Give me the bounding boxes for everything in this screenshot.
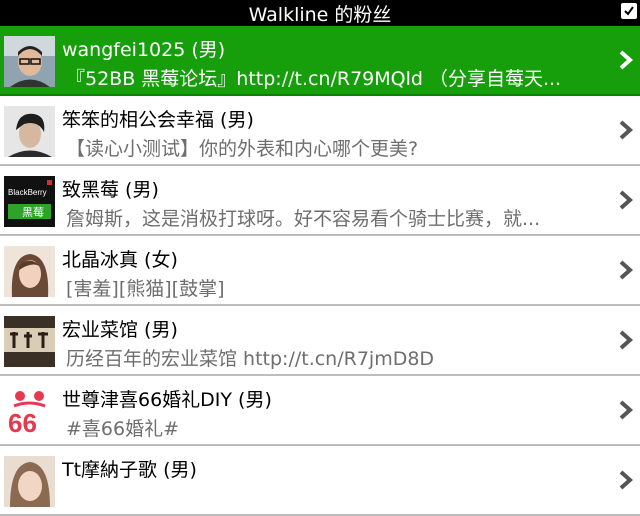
wedding-66-text: 66 [8, 408, 37, 437]
checkbox-icon[interactable] [621, 3, 637, 19]
follower-row[interactable]: Tt摩納子歌 (男) [0, 446, 640, 516]
follower-status: 【读心小测试】你的外表和内心哪个更美? [66, 138, 419, 160]
blackberry-logo-cn-text: 黑莓 [22, 206, 44, 219]
follower-list: wangfei1025 (男) 『52BB 黑莓论坛』http://t.cn/R… [0, 26, 640, 516]
follower-row[interactable]: wangfei1025 (男) 『52BB 黑莓论坛』http://t.cn/R… [0, 26, 640, 96]
avatar: BlackBerry 黑莓 [4, 176, 55, 227]
title-bar: Walkline 的粉丝 [0, 0, 640, 26]
avatar [4, 106, 55, 157]
follower-name: wangfei1025 (男) [62, 39, 226, 61]
avatar [4, 456, 55, 507]
chevron-right-icon [619, 120, 634, 140]
blackberry-logo-text: BlackBerry [8, 188, 47, 197]
follower-row[interactable]: BlackBerry 黑莓 致黑莓 (男) 詹姆斯，这是消极打球呀。好不容易看个… [0, 166, 640, 236]
follower-name: 致黑莓 (男) [62, 179, 159, 201]
follower-status: 詹姆斯，这是消极打球呀。好不容易看个骑士比赛，就... [66, 208, 541, 230]
follower-name: 宏业菜馆 (男) [62, 319, 178, 341]
chevron-right-icon [619, 400, 634, 420]
page-title: Walkline 的粉丝 [248, 3, 392, 26]
chevron-right-icon [619, 330, 634, 350]
avatar [4, 316, 55, 367]
follower-row[interactable]: 笨笨的相公会幸福 (男) 【读心小测试】你的外表和内心哪个更美? [0, 96, 640, 166]
follower-status: [害羞][熊猫][鼓掌] [66, 278, 225, 300]
follower-status: 历经百年的宏业菜馆 http://t.cn/R7jmD8D [66, 348, 435, 370]
chevron-right-icon [619, 190, 634, 210]
chevron-right-icon [619, 470, 634, 490]
avatar: 66 [4, 386, 55, 437]
chevron-right-icon [619, 260, 634, 280]
follower-name: 笨笨的相公会幸福 (男) [62, 109, 254, 131]
follower-name: Tt摩納子歌 (男) [62, 459, 197, 481]
follower-row[interactable]: 北晶冰真 (女) [害羞][熊猫][鼓掌] [0, 236, 640, 306]
follower-status: #喜66婚礼# [66, 418, 180, 440]
follower-name: 世尊津喜66婚礼DIY (男) [62, 389, 272, 411]
follower-status: 『52BB 黑莓论坛』http://t.cn/R79MQld （分享自莓天... [66, 68, 562, 90]
follower-row[interactable]: 宏业菜馆 (男) 历经百年的宏业菜馆 http://t.cn/R7jmD8D [0, 306, 640, 376]
avatar [4, 36, 55, 87]
avatar [4, 246, 55, 297]
follower-name: 北晶冰真 (女) [62, 249, 178, 271]
follower-row[interactable]: 66 世尊津喜66婚礼DIY (男) #喜66婚礼# [0, 376, 640, 446]
chevron-right-icon [619, 50, 634, 70]
